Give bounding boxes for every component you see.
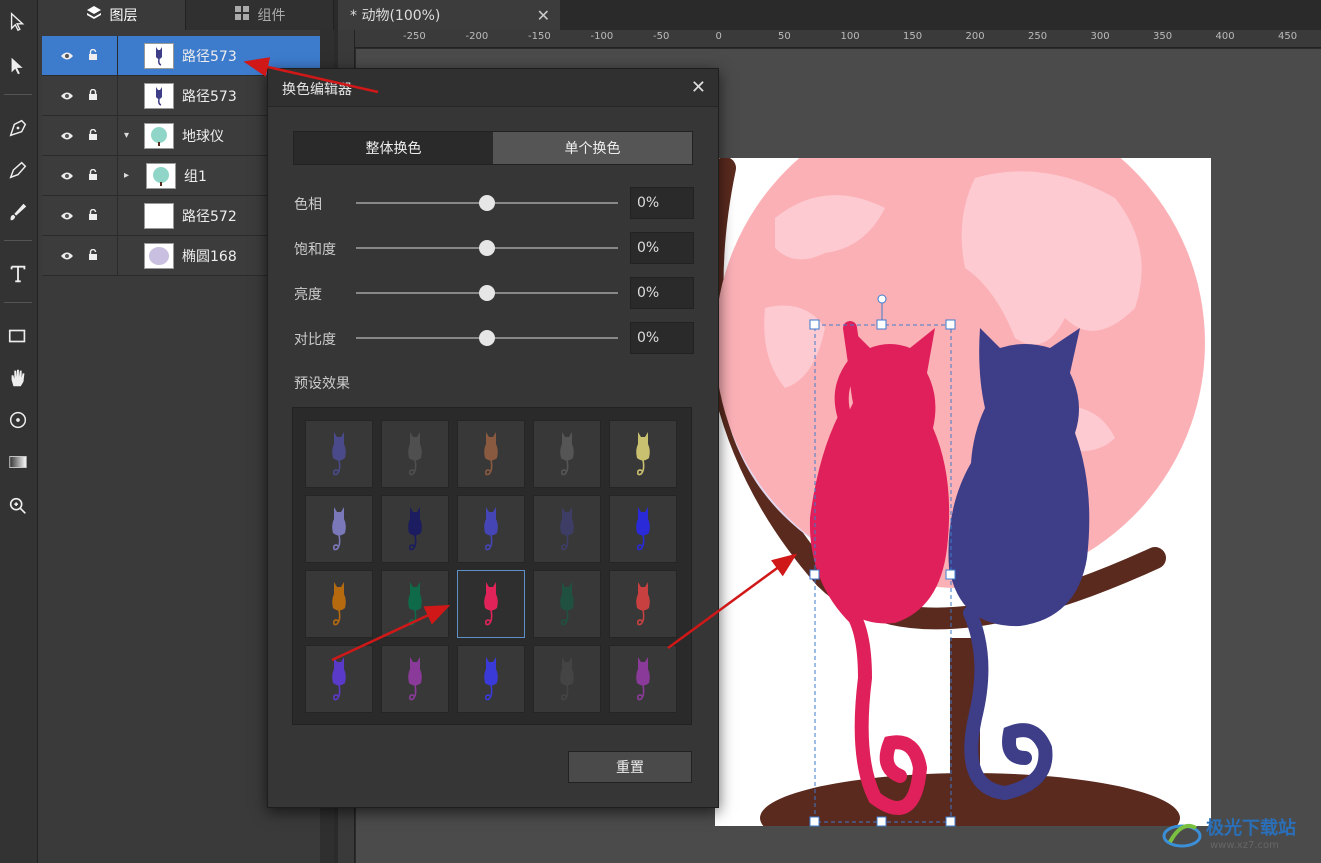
cat-preview-icon [408, 432, 422, 476]
color-editor-dialog: 换色编辑器 ✕ 整体换色 单个换色 色相 0% 饱和度 0% 亮度 0% 对比度 0% 预设效… [267, 68, 719, 808]
adjust-slider-row: 亮度 0% [294, 277, 694, 309]
slider-label: 饱和度 [294, 242, 336, 258]
cat-preview-icon [560, 432, 574, 476]
watermark-logo-icon [1162, 823, 1202, 848]
cat-preview-icon [560, 507, 574, 551]
preset-swatch[interactable] [533, 495, 601, 563]
cat-preview-icon [560, 657, 574, 701]
dialog-title[interactable]: 换色编辑器 [268, 69, 718, 107]
preset-swatch[interactable] [305, 495, 373, 563]
cat-preview-icon [332, 432, 346, 476]
preset-swatch[interactable] [305, 570, 373, 638]
cat-preview-icon [636, 432, 650, 476]
cat-preview-icon [408, 582, 422, 626]
adjust-slider-row: 色相 0% [294, 187, 694, 219]
preset-swatch[interactable] [381, 570, 449, 638]
adjust-slider-row: 饱和度 0% [294, 232, 694, 264]
preset-swatch[interactable] [457, 495, 525, 563]
cat-preview-icon [636, 507, 650, 551]
preset-swatch[interactable] [305, 645, 373, 713]
preset-effects-heading: 预设效果 [294, 376, 350, 392]
cat-preview-icon [484, 657, 498, 701]
preset-swatch[interactable] [457, 420, 525, 488]
slider-value-input[interactable]: 0% [630, 232, 694, 264]
cat-preview-icon [332, 507, 346, 551]
preset-swatch[interactable] [609, 570, 677, 638]
cat-preview-icon [408, 657, 422, 701]
slider-value-input[interactable]: 0% [630, 277, 694, 309]
slider-label: 色相 [294, 197, 322, 213]
preset-swatch[interactable] [609, 495, 677, 563]
cat-preview-icon [332, 582, 346, 626]
cat-preview-icon [484, 507, 498, 551]
cat-preview-icon [332, 657, 346, 701]
slider-value-input[interactable]: 0% [630, 322, 694, 354]
whole-recolor-button[interactable]: 整体换色 [294, 132, 493, 164]
adjust-slider-row: 对比度 0% [294, 322, 694, 354]
reset-button[interactable]: 重置 [568, 751, 692, 783]
slider-handle[interactable] [479, 330, 495, 346]
cat-preview-icon [560, 582, 574, 626]
preset-swatch[interactable] [609, 645, 677, 713]
watermark-url: www.xz7.com [1210, 840, 1279, 851]
preset-swatch[interactable] [457, 570, 525, 638]
preset-effects-grid [292, 407, 692, 725]
dialog-title-text: 换色编辑器 [282, 82, 352, 98]
preset-swatch[interactable] [305, 420, 373, 488]
slider-handle[interactable] [479, 285, 495, 301]
preset-swatch[interactable] [381, 420, 449, 488]
single-recolor-button[interactable]: 单个换色 [493, 132, 692, 164]
slider-label: 对比度 [294, 332, 336, 348]
preset-swatch[interactable] [457, 645, 525, 713]
slider-handle[interactable] [479, 240, 495, 256]
cat-preview-icon [408, 507, 422, 551]
preset-swatch[interactable] [381, 495, 449, 563]
cat-preview-icon [636, 657, 650, 701]
dialog-close-icon[interactable]: ✕ [691, 77, 706, 98]
slider-label: 亮度 [294, 287, 322, 303]
slider-value-input[interactable]: 0% [630, 187, 694, 219]
preset-swatch[interactable] [533, 570, 601, 638]
preset-swatch[interactable] [533, 420, 601, 488]
cat-preview-icon [636, 582, 650, 626]
slider-handle[interactable] [479, 195, 495, 211]
preset-swatch[interactable] [533, 645, 601, 713]
watermark-text: 极光下载站 [1206, 818, 1296, 839]
watermark: 极光下载站 www.xz7.com [1160, 810, 1318, 858]
cat-preview-icon [484, 432, 498, 476]
recolor-mode-toggle: 整体换色 单个换色 [293, 131, 693, 165]
preset-swatch[interactable] [609, 420, 677, 488]
preset-swatch[interactable] [381, 645, 449, 713]
cat-preview-icon [484, 582, 498, 626]
